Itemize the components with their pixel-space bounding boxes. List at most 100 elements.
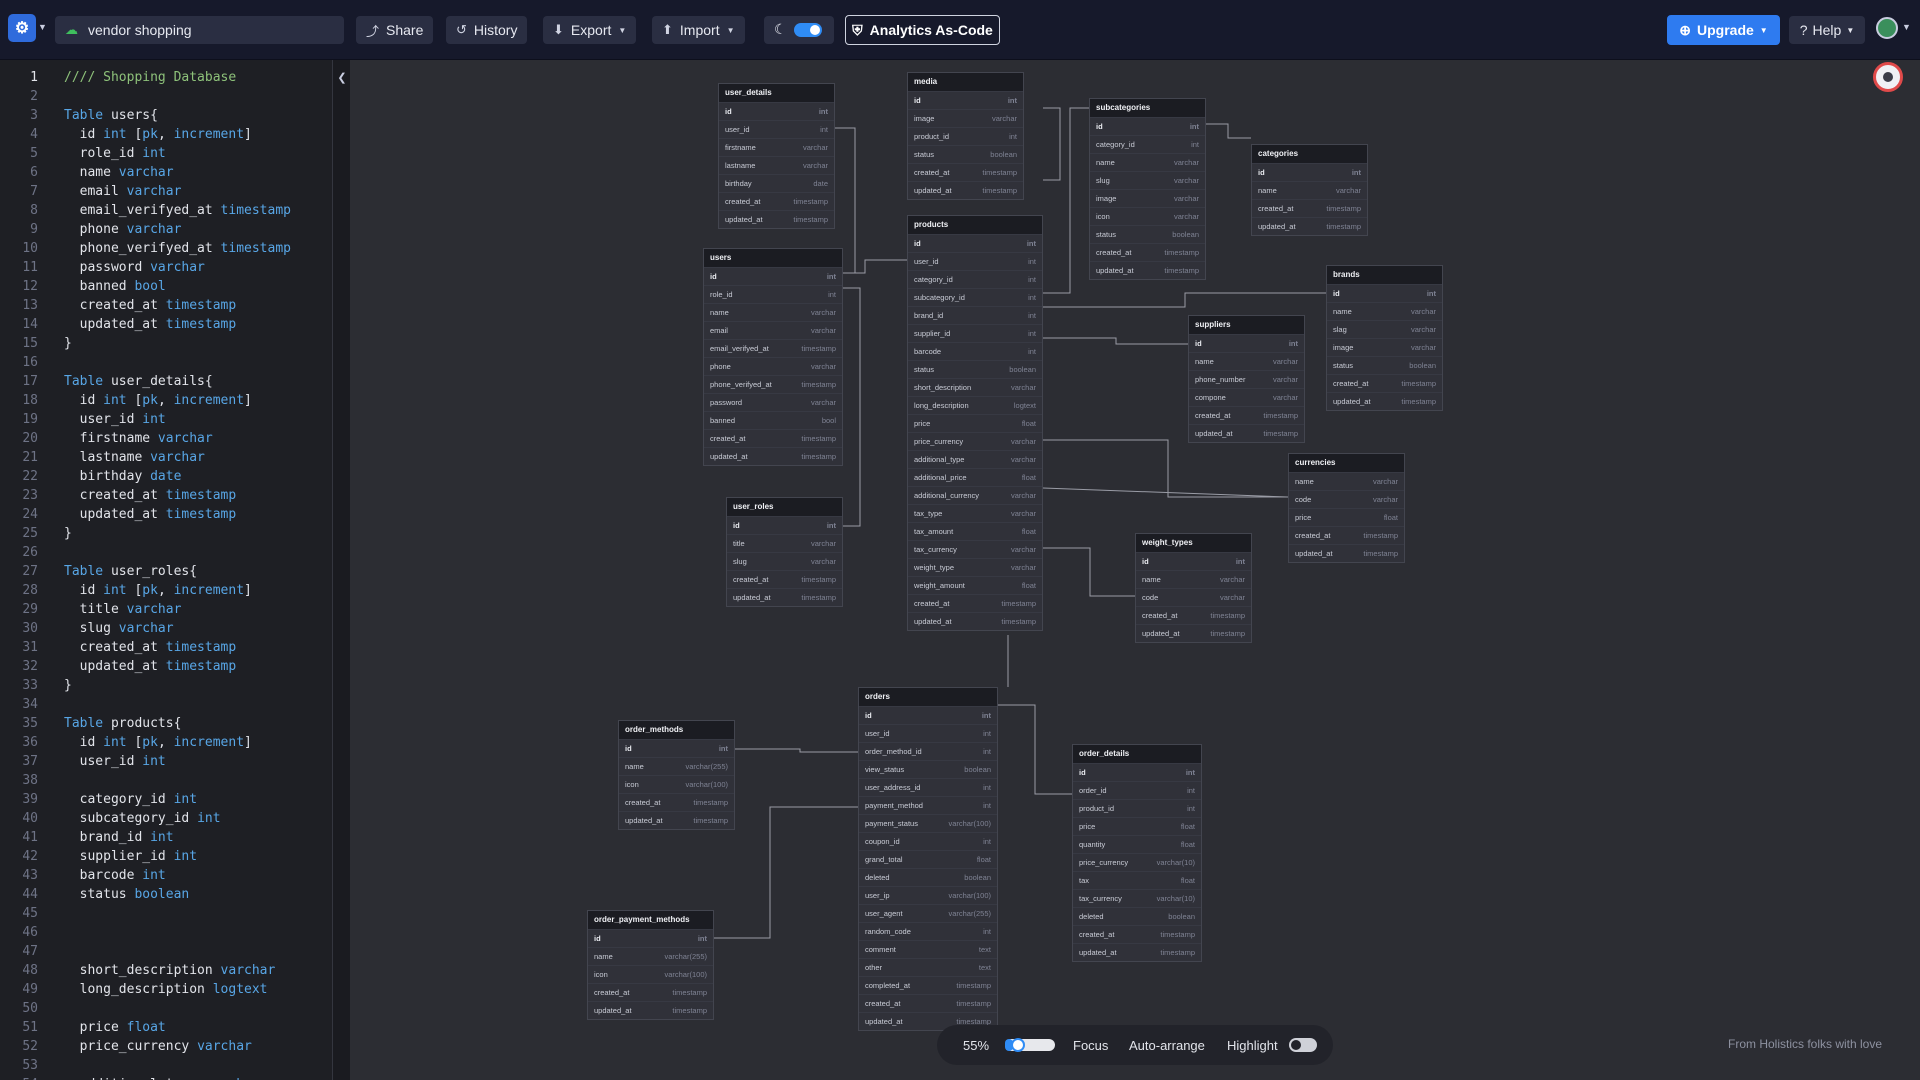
code-line[interactable]: 29 title varchar: [0, 600, 330, 619]
table-field-row[interactable]: updated_at timestamp: [704, 447, 842, 465]
table-card-media[interactable]: media id int image varchar product_id int statu…: [907, 72, 1024, 200]
table-field-row[interactable]: updated_at timestamp: [1073, 943, 1201, 961]
code-editor[interactable]: 1//// Shopping Database 2 3 Table users{4 i…: [0, 60, 332, 1080]
table-field-row[interactable]: created_at timestamp: [1252, 199, 1367, 217]
code-line[interactable]: 52 price_currency varchar: [0, 1037, 330, 1056]
table-field-row[interactable]: id int: [1252, 163, 1367, 181]
table-field-row[interactable]: password varchar: [704, 393, 842, 411]
collapse-panel-icon[interactable]: ❮: [335, 68, 349, 88]
table-field-row[interactable]: supplier_id int: [908, 324, 1042, 342]
table-title[interactable]: weight_types: [1136, 534, 1251, 552]
code-line[interactable]: 20 firstname varchar: [0, 429, 330, 448]
table-field-row[interactable]: updated_at timestamp: [1090, 261, 1205, 279]
table-card-user-roles[interactable]: user_roles id int title varchar slug varchar cr…: [726, 497, 843, 607]
table-field-row[interactable]: grand_total float: [859, 850, 997, 868]
table-title[interactable]: suppliers: [1189, 316, 1304, 334]
table-field-row[interactable]: random_code int: [859, 922, 997, 940]
code-line[interactable]: 44 status boolean: [0, 885, 330, 904]
table-card-order-methods[interactable]: order_methods id int name varchar(255) icon va…: [618, 720, 735, 830]
code-line[interactable]: 23 created_at timestamp: [0, 486, 330, 505]
table-field-row[interactable]: additional_type varchar: [908, 450, 1042, 468]
code-line[interactable]: 4 id int [pk, increment]: [0, 125, 330, 144]
table-card-users[interactable]: users id int role_id int name varchar email varc…: [703, 248, 843, 466]
code-line[interactable]: 36 id int [pk, increment]: [0, 733, 330, 752]
dark-mode-toggle[interactable]: ☾: [764, 16, 834, 44]
table-field-row[interactable]: weight_amount float: [908, 576, 1042, 594]
code-line[interactable]: 51 price float: [0, 1018, 330, 1037]
table-field-row[interactable]: updated_at timestamp: [619, 811, 734, 829]
table-title[interactable]: brands: [1327, 266, 1442, 284]
table-field-row[interactable]: id int: [704, 267, 842, 285]
table-field-row[interactable]: name varchar: [1189, 352, 1304, 370]
code-line[interactable]: 18 id int [pk, increment]: [0, 391, 330, 410]
table-field-row[interactable]: user_id int: [719, 120, 834, 138]
table-field-row[interactable]: id int: [859, 706, 997, 724]
table-card-order-payment-methods[interactable]: order_payment_methods id int name varchar(25…: [587, 910, 714, 1020]
code-line[interactable]: 19 user_id int: [0, 410, 330, 429]
import-button[interactable]: ⬆ Import ▼: [652, 16, 745, 44]
table-field-row[interactable]: id int: [1327, 284, 1442, 302]
code-line[interactable]: 10 phone_verifyed_at timestamp: [0, 239, 330, 258]
table-card-user-details[interactable]: user_details id int user_id int firstname varc…: [718, 83, 835, 229]
table-field-row[interactable]: name varchar(255): [588, 947, 713, 965]
table-title[interactable]: categories: [1252, 145, 1367, 163]
upgrade-button[interactable]: ⊕ Upgrade ▼: [1667, 15, 1780, 45]
code-line[interactable]: 6 name varchar: [0, 163, 330, 182]
table-title[interactable]: subcategories: [1090, 99, 1205, 117]
table-field-row[interactable]: banned bool: [704, 411, 842, 429]
support-lifebuoy-icon[interactable]: [1873, 62, 1903, 92]
table-card-weight-types[interactable]: weight_types id int name varchar code varchar c…: [1135, 533, 1252, 643]
table-field-row[interactable]: status boolean: [1327, 356, 1442, 374]
table-field-row[interactable]: weight_type varchar: [908, 558, 1042, 576]
code-line[interactable]: 45: [0, 904, 330, 923]
table-field-row[interactable]: updated_at timestamp: [588, 1001, 713, 1019]
table-field-row[interactable]: category_id int: [908, 270, 1042, 288]
table-field-row[interactable]: id int: [719, 102, 834, 120]
code-line[interactable]: 34: [0, 695, 330, 714]
code-line[interactable]: 3 Table users{: [0, 106, 330, 125]
table-field-row[interactable]: birthday date: [719, 174, 834, 192]
table-field-row[interactable]: created_at timestamp: [1289, 526, 1404, 544]
table-field-row[interactable]: updated_at timestamp: [719, 210, 834, 228]
zoom-slider-handle[interactable]: [1011, 1038, 1026, 1052]
table-field-row[interactable]: updated_at timestamp: [908, 181, 1023, 199]
table-field-row[interactable]: role_id int: [704, 285, 842, 303]
table-field-row[interactable]: updated_at timestamp: [727, 588, 842, 606]
table-field-row[interactable]: additional_currency varchar: [908, 486, 1042, 504]
table-field-row[interactable]: user_agent varchar(255): [859, 904, 997, 922]
code-line[interactable]: 54 additional_type varchar: [0, 1075, 330, 1080]
table-field-row[interactable]: tax_currency varchar: [908, 540, 1042, 558]
table-field-row[interactable]: name varchar: [1090, 153, 1205, 171]
table-field-row[interactable]: payment_method int: [859, 796, 997, 814]
table-field-row[interactable]: phone_verifyed_at timestamp: [704, 375, 842, 393]
auto-arrange-button[interactable]: Auto-arrange: [1129, 1038, 1205, 1053]
table-field-row[interactable]: id int: [1136, 552, 1251, 570]
history-button[interactable]: ↺ History: [446, 16, 528, 44]
diagram-canvas[interactable]: user_details id int user_id int firstname varc…: [350, 60, 1920, 1080]
table-field-row[interactable]: other text: [859, 958, 997, 976]
table-field-row[interactable]: compone varchar: [1189, 388, 1304, 406]
table-title[interactable]: users: [704, 249, 842, 267]
table-field-row[interactable]: tax_amount float: [908, 522, 1042, 540]
table-field-row[interactable]: price float: [1289, 508, 1404, 526]
code-line[interactable]: 28 id int [pk, increment]: [0, 581, 330, 600]
table-field-row[interactable]: status boolean: [908, 360, 1042, 378]
table-field-row[interactable]: user_id int: [908, 252, 1042, 270]
table-field-row[interactable]: icon varchar: [1090, 207, 1205, 225]
table-field-row[interactable]: tax_currency varchar(10): [1073, 889, 1201, 907]
table-field-row[interactable]: comment text: [859, 940, 997, 958]
table-field-row[interactable]: created_at timestamp: [1136, 606, 1251, 624]
table-field-row[interactable]: id int: [619, 739, 734, 757]
code-line[interactable]: 47: [0, 942, 330, 961]
analytics-as-code-button[interactable]: ⛨ Analytics As-Code: [845, 15, 1000, 45]
code-line[interactable]: 25}: [0, 524, 330, 543]
table-field-row[interactable]: lastname varchar: [719, 156, 834, 174]
table-field-row[interactable]: phone varchar: [704, 357, 842, 375]
table-field-row[interactable]: name varchar: [1289, 472, 1404, 490]
table-field-row[interactable]: deleted boolean: [1073, 907, 1201, 925]
table-field-row[interactable]: created_at timestamp: [1327, 374, 1442, 392]
table-field-row[interactable]: slug varchar: [1090, 171, 1205, 189]
table-field-row[interactable]: price float: [908, 414, 1042, 432]
table-field-row[interactable]: id int: [1090, 117, 1205, 135]
table-field-row[interactable]: created_at timestamp: [908, 163, 1023, 181]
